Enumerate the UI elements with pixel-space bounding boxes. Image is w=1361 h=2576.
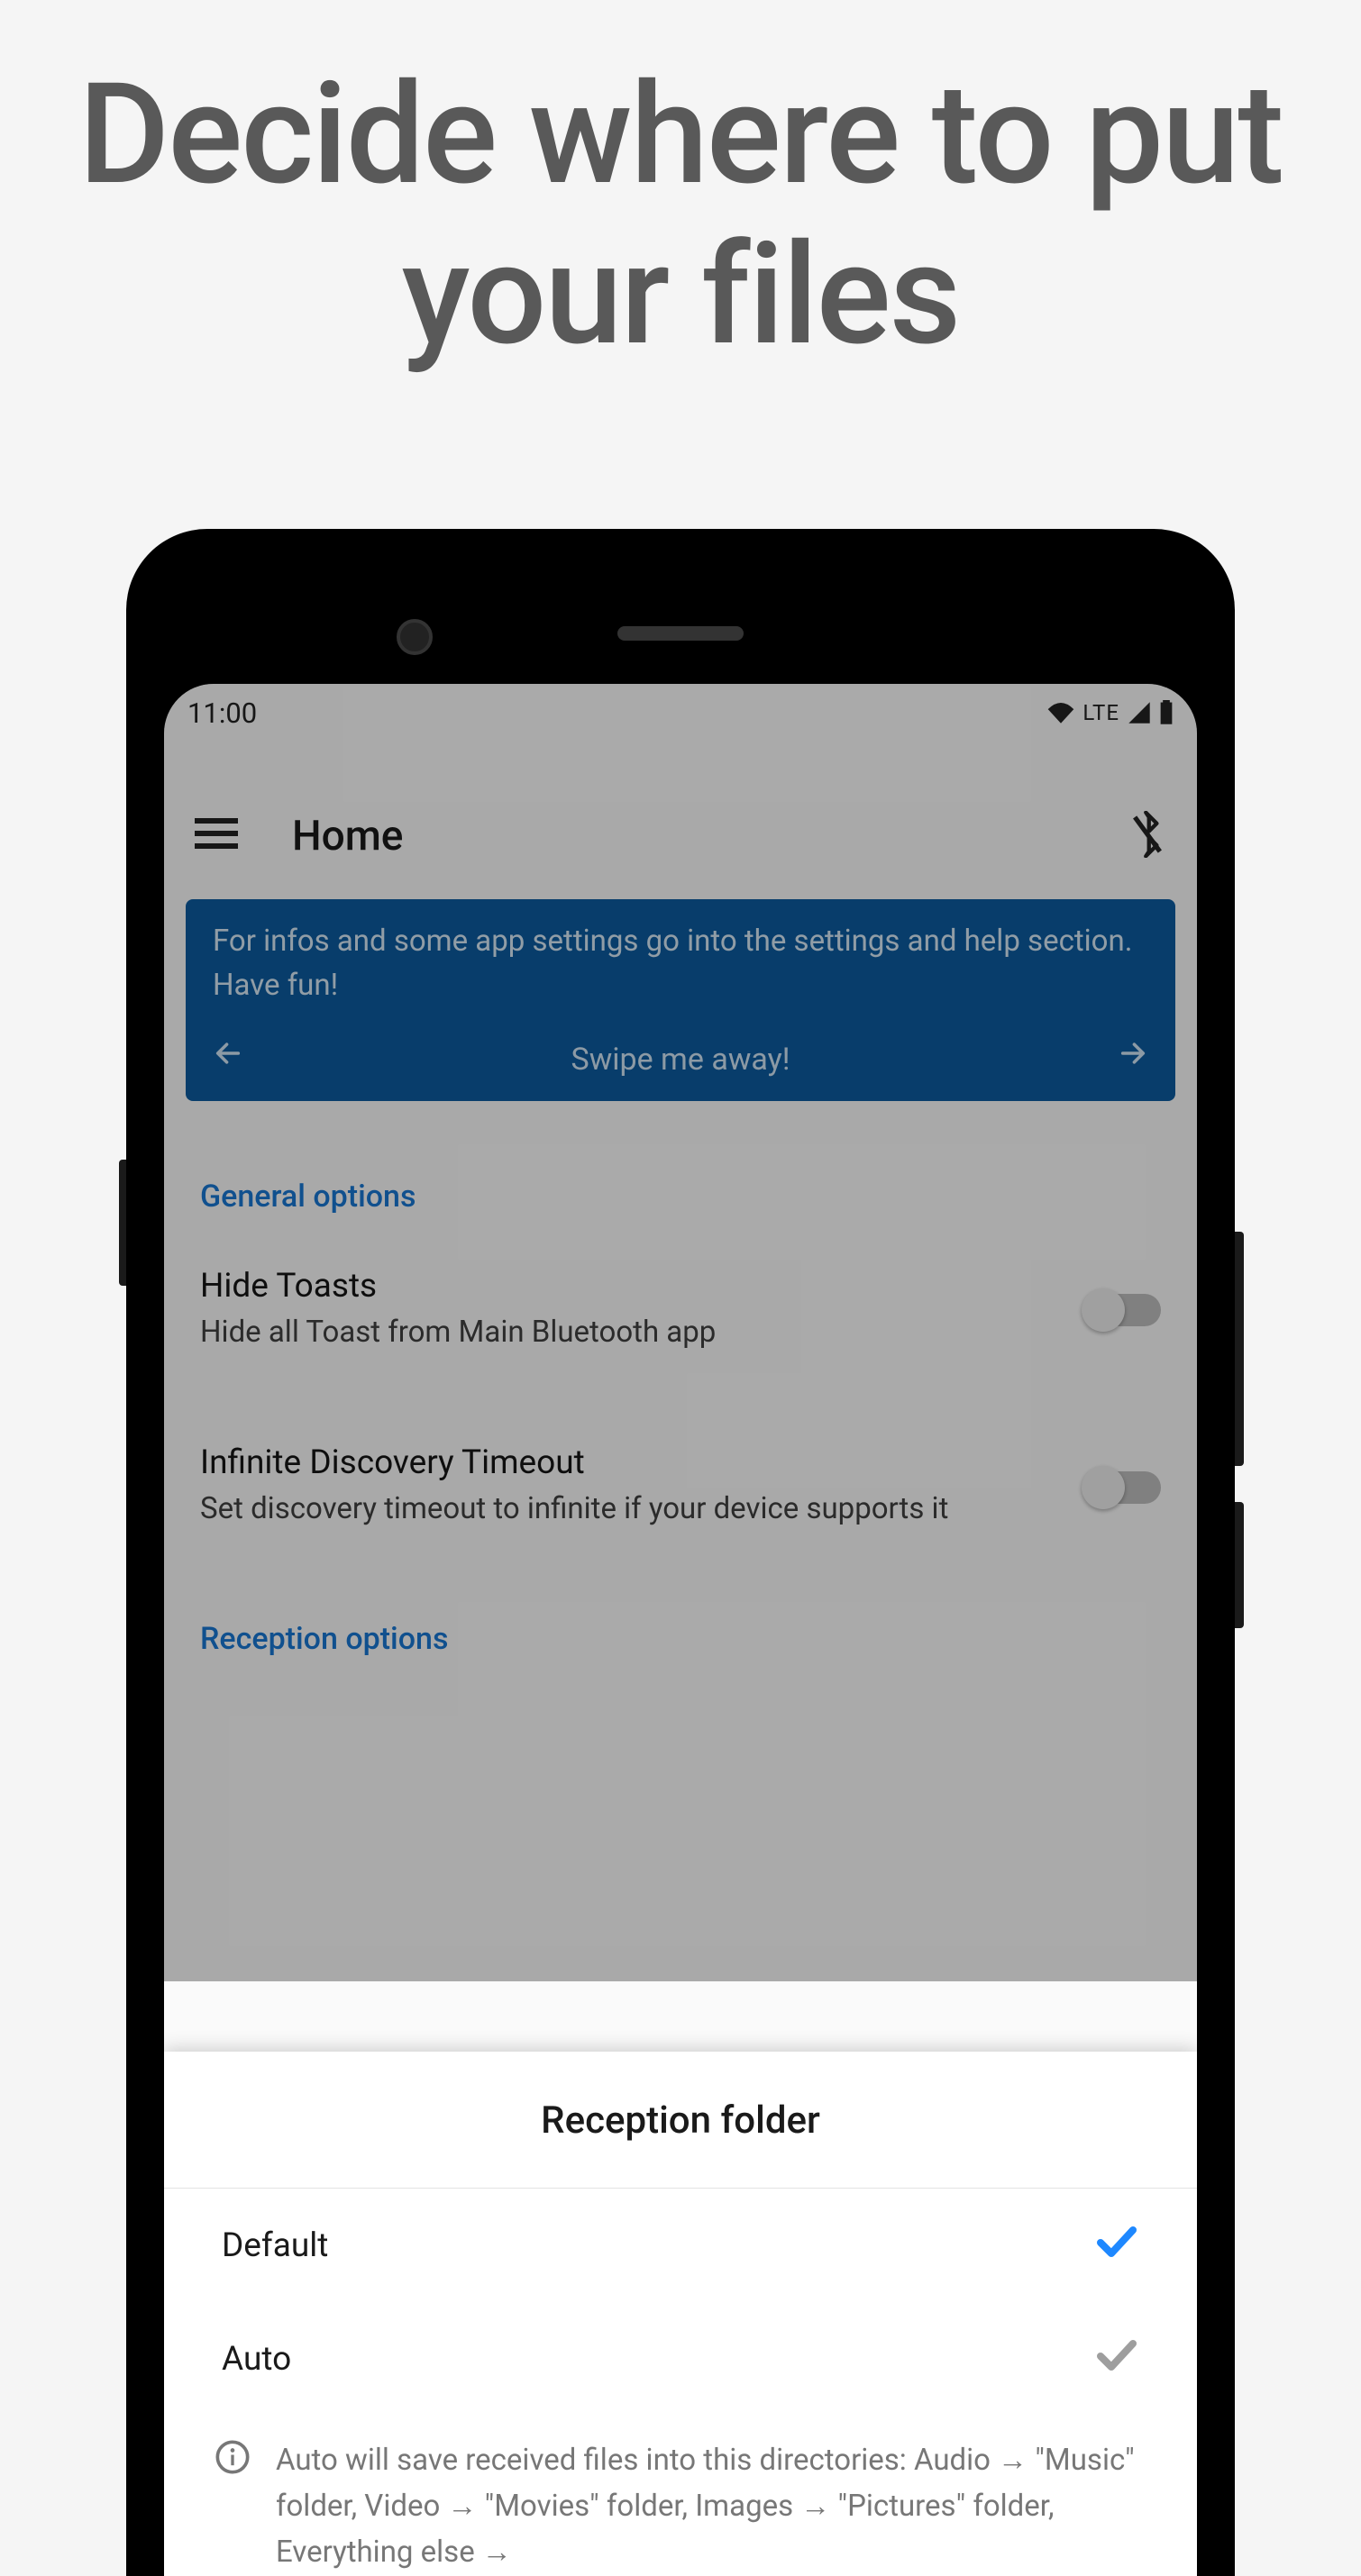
section-reception: Reception options — [164, 1576, 1197, 1664]
app-bar: Home — [164, 739, 1197, 892]
info-icon — [215, 2439, 251, 2575]
setting-subtitle: Hide all Toast from Main Bluetooth app — [200, 1311, 1062, 1354]
status-bar: 11:00 LTE — [164, 684, 1197, 739]
toggle-switch[interactable] — [1083, 1471, 1161, 1504]
sheet-info: Auto will save received files into this … — [164, 2416, 1197, 2575]
wifi-icon — [1046, 701, 1075, 724]
option-label: Auto — [222, 2340, 291, 2379]
phone-side-button — [1235, 1502, 1244, 1628]
option-default[interactable]: Default — [164, 2189, 1197, 2302]
section-general: General options — [164, 1101, 1197, 1222]
phone-power-button — [1235, 1232, 1244, 1466]
page-title: Decide where to put your files — [0, 0, 1361, 376]
info-banner[interactable]: For infos and some app settings go into … — [186, 899, 1175, 1101]
sheet-info-text: Auto will save received files into this … — [276, 2437, 1139, 2575]
network-label: LTE — [1082, 700, 1119, 725]
swipe-hint: Swipe me away! — [571, 1037, 790, 1083]
setting-title: Hide Toasts — [200, 1267, 1062, 1306]
check-icon — [1094, 2223, 1139, 2268]
banner-text-line2: Have fun! — [213, 963, 1148, 1008]
arrow-left-icon — [213, 1037, 243, 1082]
screen: 11:00 LTE Home — [164, 684, 1197, 2576]
sheet-title: Reception folder — [164, 2052, 1197, 2189]
setting-hide-toasts[interactable]: Hide Toasts Hide all Toast from Main Blu… — [164, 1222, 1197, 1399]
option-label: Default — [222, 2226, 328, 2265]
option-auto[interactable]: Auto — [164, 2302, 1197, 2416]
phone-frame: 11:00 LTE Home — [126, 529, 1235, 2576]
bluetooth-off-icon[interactable] — [1128, 811, 1166, 861]
setting-subtitle: Set discovery timeout to infinite if you… — [200, 1488, 1062, 1531]
status-time: 11:00 — [187, 696, 257, 730]
check-icon — [1094, 2336, 1139, 2381]
arrow-right-icon — [1118, 1037, 1148, 1082]
toggle-switch[interactable] — [1083, 1294, 1161, 1326]
setting-title: Infinite Discovery Timeout — [200, 1443, 1062, 1482]
setting-infinite-discovery[interactable]: Infinite Discovery Timeout Set discovery… — [164, 1398, 1197, 1576]
menu-icon[interactable] — [195, 818, 238, 854]
bottom-sheet: Reception folder Default Auto — [164, 2052, 1197, 2575]
speaker-icon — [617, 626, 744, 641]
banner-text-line1: For infos and some app settings go into … — [213, 919, 1148, 964]
phone-volume-button — [119, 1160, 126, 1286]
signal-icon — [1127, 701, 1152, 724]
app-title: Home — [292, 812, 403, 860]
battery-icon — [1159, 700, 1174, 725]
camera-icon — [397, 619, 433, 655]
